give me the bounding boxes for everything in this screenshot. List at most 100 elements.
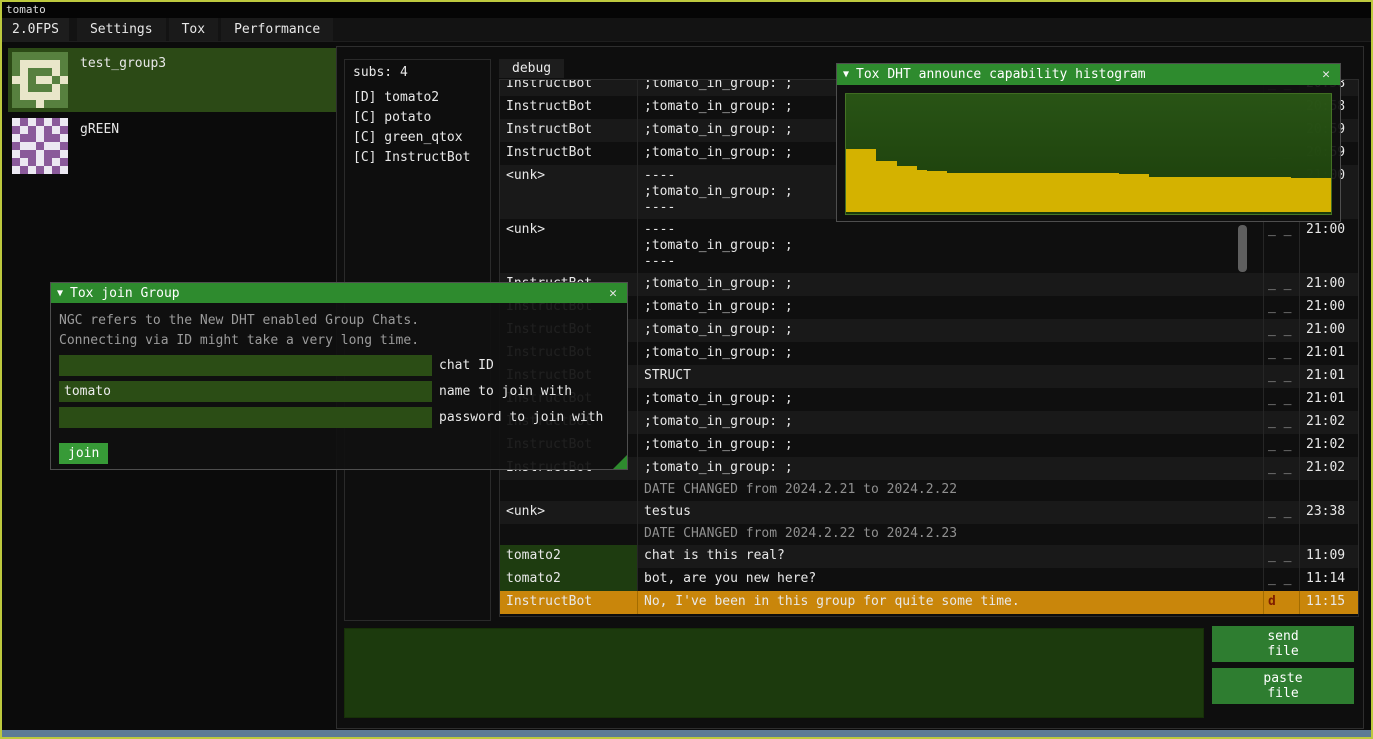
message-flags: _ _ bbox=[1264, 273, 1300, 296]
message-time: 11:14 bbox=[1300, 568, 1358, 591]
collapse-arrow-icon[interactable]: ▼ bbox=[57, 288, 63, 299]
avatar-pixel bbox=[52, 68, 60, 76]
histogram-bar bbox=[1109, 173, 1119, 212]
close-icon[interactable]: ✕ bbox=[605, 286, 621, 301]
close-icon[interactable]: ✕ bbox=[1318, 67, 1334, 82]
histogram-bar bbox=[1230, 177, 1240, 212]
avatar-pixel bbox=[60, 100, 68, 108]
chat-row[interactable]: InstructBot;tomato_in_group: ;_ _21:01 bbox=[500, 342, 1358, 365]
send-file-button[interactable]: send file bbox=[1212, 626, 1354, 662]
window-titlebar: tomato bbox=[2, 2, 1371, 18]
avatar-pixel bbox=[12, 126, 20, 134]
histogram-bar bbox=[1321, 178, 1331, 212]
chat-row[interactable]: tomato2chat is this real?_ _11:09 bbox=[500, 545, 1358, 568]
avatar-pixel bbox=[52, 76, 60, 84]
message-flags: _ _ bbox=[1264, 411, 1300, 434]
avatar-pixel bbox=[52, 142, 60, 150]
resize-grip[interactable] bbox=[613, 455, 627, 469]
chat-row[interactable]: InstructBot;tomato_in_group: ;_ _21:00 bbox=[500, 296, 1358, 319]
paste-file-button[interactable]: paste file bbox=[1212, 668, 1354, 704]
message-text: ;tomato_in_group: ; bbox=[638, 457, 1264, 480]
avatar-pixel bbox=[60, 84, 68, 92]
chat-row[interactable]: InstructBotSTRUCT_ _21:01 bbox=[500, 365, 1358, 388]
join-window-titlebar[interactable]: ▼ Tox join Group ✕ bbox=[51, 283, 627, 303]
avatar-pixel bbox=[20, 126, 28, 134]
avatar-pixel bbox=[20, 142, 28, 150]
menu-item-settings[interactable]: Settings bbox=[77, 18, 166, 41]
message-time: 21:01 bbox=[1300, 342, 1358, 365]
histogram-bar bbox=[977, 173, 987, 212]
avatar-pixel bbox=[60, 76, 68, 84]
chat-row[interactable]: InstructBot;tomato_in_group: ;_ _21:02 bbox=[500, 411, 1358, 434]
message-flags: _ _ bbox=[1264, 388, 1300, 411]
join-fields: chat IDname to join withpassword to join… bbox=[59, 355, 619, 428]
message-text: STRUCT bbox=[638, 365, 1264, 388]
member-item[interactable]: [D] tomato2 bbox=[353, 88, 482, 108]
histogram-bar bbox=[876, 161, 886, 212]
avatar-pixel bbox=[52, 134, 60, 142]
message-input[interactable] bbox=[344, 628, 1204, 718]
contact-avatar bbox=[12, 118, 68, 174]
join-info-line: NGC refers to the New DHT enabled Group … bbox=[59, 311, 619, 331]
message-flags: _ _ bbox=[1264, 342, 1300, 365]
histogram-bar bbox=[917, 170, 927, 212]
join-input-password-to-join-with[interactable] bbox=[59, 407, 432, 428]
avatar-pixel bbox=[44, 92, 52, 100]
avatar-pixel bbox=[60, 60, 68, 68]
member-item[interactable]: [C] green_qtox bbox=[353, 128, 482, 148]
avatar-pixel bbox=[28, 52, 36, 60]
join-input-name-to-join-with[interactable] bbox=[59, 381, 432, 402]
send-file-label-line2: file bbox=[1267, 644, 1298, 659]
sender-name bbox=[500, 524, 638, 545]
histogram-plot[interactable] bbox=[845, 93, 1332, 215]
menu-item-performance[interactable]: Performance bbox=[221, 18, 333, 41]
message-text: No, I've been in this group for quite so… bbox=[638, 591, 1264, 614]
member-item[interactable]: [C] potato bbox=[353, 108, 482, 128]
collapse-arrow-icon[interactable]: ▼ bbox=[843, 69, 849, 80]
chat-row[interactable]: InstructBot;tomato_in_group: ;_ _21:02 bbox=[500, 434, 1358, 457]
avatar-pixel bbox=[44, 84, 52, 92]
avatar-pixel bbox=[36, 150, 44, 158]
tab-debug[interactable]: debug bbox=[499, 59, 564, 78]
avatar-pixel bbox=[36, 126, 44, 134]
chat-row[interactable]: InstructBot;tomato_in_group: ;_ _21:02 bbox=[500, 457, 1358, 480]
message-flags: _ _ bbox=[1264, 568, 1300, 591]
histogram-bar bbox=[856, 149, 866, 212]
avatar-pixel bbox=[12, 52, 20, 60]
member-item[interactable]: [C] InstructBot bbox=[353, 148, 482, 168]
chat-scrollbar[interactable] bbox=[1238, 225, 1247, 272]
avatar-pixel bbox=[44, 150, 52, 158]
contact-test_group3[interactable]: test_group3 bbox=[8, 48, 336, 112]
menu-item-tox[interactable]: Tox bbox=[169, 18, 218, 41]
message-flags: _ _ bbox=[1264, 319, 1300, 342]
histogram-bar bbox=[1018, 173, 1028, 212]
sender-name: InstructBot bbox=[500, 142, 638, 165]
avatar-pixel bbox=[20, 150, 28, 158]
avatar-pixel bbox=[20, 134, 28, 142]
chat-row[interactable]: InstructBot;tomato_in_group: ;_ _21:01 bbox=[500, 388, 1358, 411]
contact-gREEN[interactable]: gREEN bbox=[8, 114, 336, 178]
join-button[interactable]: join bbox=[59, 443, 108, 464]
histogram-bar bbox=[1119, 174, 1129, 212]
menu-items: SettingsToxPerformance bbox=[77, 18, 336, 41]
chat-row[interactable]: InstructBot;tomato_in_group: ;_ _21:00 bbox=[500, 273, 1358, 296]
chat-row[interactable]: <unk>----;tomato_in_group: ;----_ _21:00 bbox=[500, 219, 1358, 273]
join-input-chat-ID[interactable] bbox=[59, 355, 432, 376]
histogram-bar bbox=[988, 173, 998, 212]
message-time: 21:00 bbox=[1300, 296, 1358, 319]
app-window: tomato 2.0FPS SettingsToxPerformance tes… bbox=[0, 0, 1373, 739]
chat-row[interactable]: <unk>testus_ _23:38 bbox=[500, 501, 1358, 524]
date-text: DATE CHANGED from 2024.2.22 to 2024.2.23 bbox=[638, 524, 1264, 545]
histogram-bar bbox=[998, 173, 1008, 212]
histogram-window-titlebar[interactable]: ▼ Tox DHT announce capability histogram … bbox=[837, 64, 1340, 85]
avatar-pixel bbox=[28, 134, 36, 142]
avatar-pixel bbox=[44, 166, 52, 174]
chat-row[interactable]: tomato2bot, are you new here?_ _11:14 bbox=[500, 568, 1358, 591]
histogram-bar bbox=[1271, 177, 1281, 212]
chat-row[interactable]: InstructBotNo, I've been in this group f… bbox=[500, 591, 1358, 614]
avatar-pixel bbox=[36, 60, 44, 68]
sender-name: <unk> bbox=[500, 501, 638, 524]
avatar-pixel bbox=[44, 126, 52, 134]
message-flags: _ _ bbox=[1264, 501, 1300, 524]
chat-row[interactable]: InstructBot;tomato_in_group: ;_ _21:00 bbox=[500, 319, 1358, 342]
